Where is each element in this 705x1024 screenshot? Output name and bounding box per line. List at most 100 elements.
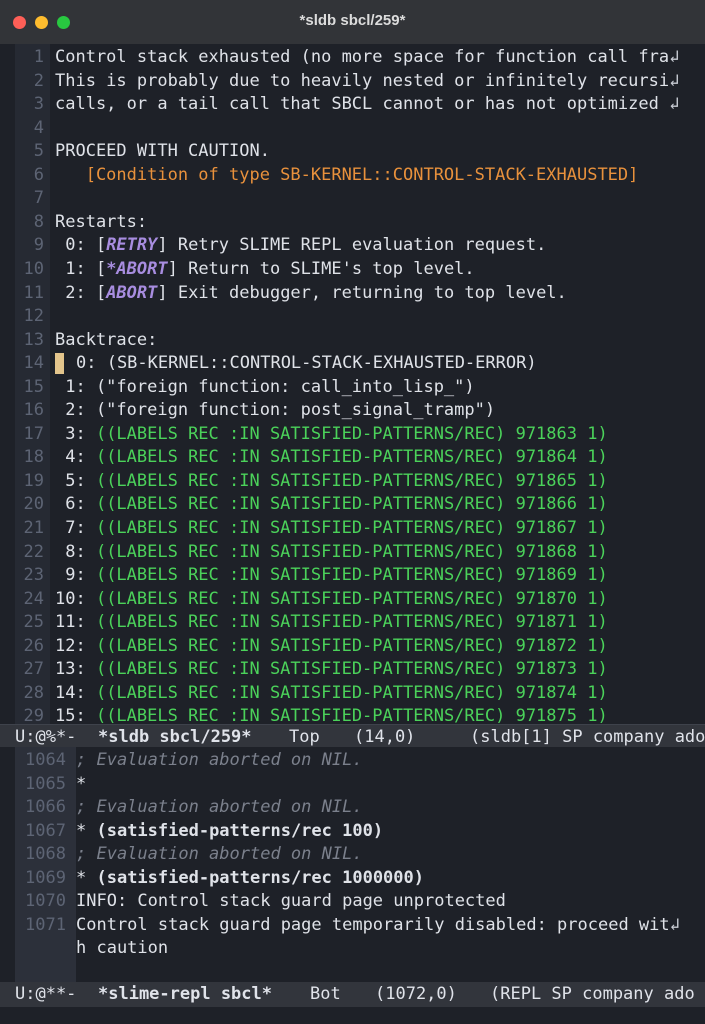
sldb-line[interactable]: 29 15: ((LABELS REC :IN SATISFIED-PATTERN…: [0, 705, 705, 724]
line-content: * (satisfied-patterns/rec 1000000): [76, 867, 424, 891]
line-number: 19: [23, 470, 44, 491]
sldb-mode-line[interactable]: U:@%*- *sldb sbcl/259* Top (14,0) (sldb[…: [0, 724, 705, 749]
sldb-line[interactable]: 26 12: ((LABELS REC :IN SATISFIED-PATTERN…: [0, 635, 705, 659]
repl-line[interactable]: 1065 *: [0, 773, 705, 797]
line-text: calls, or a tail call that SBCL cannot o…: [55, 94, 670, 115]
major-modes[interactable]: (REPL SP company ado: [490, 982, 695, 1007]
line-content: 15: ((LABELS REC :IN SATISFIED-PATTERNS/…: [55, 705, 608, 724]
backtrace-frame[interactable]: ((LABELS REC :IN SATISFIED-PATTERNS/REC)…: [96, 424, 608, 444]
repl-line[interactable]: h caution: [0, 937, 705, 961]
line-number: 5: [33, 141, 44, 162]
sldb-line[interactable]: 19 5: ((LABELS REC :IN SATISFIED-PATTERN…: [0, 470, 705, 494]
line-number: 22: [23, 541, 44, 562]
sldb-line[interactable]: 24 10: ((LABELS REC :IN SATISFIED-PATTERN…: [0, 588, 705, 612]
backtrace-frame[interactable]: ((LABELS REC :IN SATISFIED-PATTERNS/REC)…: [96, 471, 608, 491]
line-prefix: 7:: [55, 518, 96, 538]
sldb-line[interactable]: 10 1: [*ABORT] Return to SLIME's top lev…: [0, 258, 705, 282]
line-prefix: 3:: [55, 423, 96, 444]
restart-name[interactable]: ABORT: [106, 283, 157, 303]
sldb-line[interactable]: 6 [Condition of type SB-KERNEL::CONTROL-…: [0, 164, 705, 188]
repl-line[interactable]: 1067 * (satisfied-patterns/rec 100): [0, 820, 705, 844]
line-number: 12: [23, 306, 44, 327]
sldb-line[interactable]: 4: [0, 117, 705, 141]
line-number: 1065: [25, 773, 66, 794]
line-text: Control stack guard page temporarily dis…: [76, 914, 670, 935]
sldb-line[interactable]: 7: [0, 187, 705, 211]
sldb-line[interactable]: 12: [0, 305, 705, 329]
backtrace-frame[interactable]: ((LABELS REC :IN SATISFIED-PATTERNS/REC)…: [96, 636, 608, 656]
backtrace-frame[interactable]: ((LABELS REC :IN SATISFIED-PATTERNS/REC)…: [96, 518, 608, 538]
line-number: 29: [23, 706, 44, 724]
sldb-line[interactable]: 9 0: [RETRY] Retry SLIME REPL evaluation…: [0, 234, 705, 258]
wrap-continuation-icon: ↲: [669, 70, 680, 91]
line-text: ] Return to SLIME's top level.: [167, 258, 475, 279]
backtrace-frame[interactable]: ((LABELS REC :IN SATISFIED-PATTERNS/REC)…: [96, 447, 608, 467]
line-number: 1064: [25, 750, 66, 770]
sldb-line[interactable]: 3 calls, or a tail call that SBCL cannot …: [0, 93, 705, 117]
sldb-line[interactable]: 18 4: ((LABELS REC :IN SATISFIED-PATTERN…: [0, 446, 705, 470]
buffer-name[interactable]: *sldb sbcl/259*: [98, 725, 252, 749]
sldb-line[interactable]: 27 13: ((LABELS REC :IN SATISFIED-PATTERN…: [0, 658, 705, 682]
sldb-line[interactable]: 16 2: ("foreign function: post_signal_tr…: [0, 399, 705, 423]
sldb-line[interactable]: 17 3: ((LABELS REC :IN SATISFIED-PATTERN…: [0, 423, 705, 447]
line-text: *: [76, 773, 87, 794]
buffer-name[interactable]: *slime-repl sbcl*: [98, 982, 272, 1007]
line-content: 7: ((LABELS REC :IN SATISFIED-PATTERNS/R…: [55, 517, 608, 541]
sldb-line[interactable]: 14 0: (SB-KERNEL::CONTROL-STACK-EXHAUSTED…: [0, 352, 705, 376]
sldb-line[interactable]: 13 Backtrace:: [0, 329, 705, 353]
sldb-line[interactable]: 22 8: ((LABELS REC :IN SATISFIED-PATTERN…: [0, 541, 705, 565]
repl-line[interactable]: 1071 Control stack guard page temporarily…: [0, 914, 705, 938]
line-text: PROCEED WITH CAUTION.: [55, 141, 270, 162]
cursor-coords: (1072,0): [375, 984, 457, 1004]
line-content: *: [76, 773, 86, 797]
sldb-line[interactable]: 8 Restarts:: [0, 211, 705, 235]
line-text: This is probably due to heavily nested o…: [55, 70, 670, 91]
backtrace-frame[interactable]: ((LABELS REC :IN SATISFIED-PATTERNS/REC)…: [96, 542, 608, 562]
sldb-buffer[interactable]: 1 Control stack exhausted (no more space …: [0, 44, 705, 724]
line-content: calls, or a tail call that SBCL cannot o…: [55, 93, 679, 117]
major-modes[interactable]: (sldb[1] SP company ado: [470, 725, 705, 749]
line-prefix: 0: [: [55, 235, 107, 256]
sldb-line[interactable]: 1 Control stack exhausted (no more space …: [0, 46, 705, 70]
line-prefix: 8:: [55, 541, 96, 562]
sldb-line[interactable]: 2 This is probably due to heavily nested …: [0, 70, 705, 94]
sldb-line[interactable]: 15 1: ("foreign function: call_into_lisp…: [0, 376, 705, 400]
repl-line[interactable]: 1070 INFO: Control stack guard page unpro…: [0, 890, 705, 914]
backtrace-frame[interactable]: ((LABELS REC :IN SATISFIED-PATTERNS/REC)…: [96, 589, 608, 609]
backtrace-frame[interactable]: ((LABELS REC :IN SATISFIED-PATTERNS/REC)…: [96, 612, 608, 632]
sldb-line[interactable]: 21 7: ((LABELS REC :IN SATISFIED-PATTERN…: [0, 517, 705, 541]
line-content: 2: [ABORT] Exit debugger, returning to t…: [55, 282, 567, 306]
sldb-line[interactable]: 20 6: ((LABELS REC :IN SATISFIED-PATTERN…: [0, 493, 705, 517]
sldb-line[interactable]: 23 9: ((LABELS REC :IN SATISFIED-PATTERN…: [0, 564, 705, 588]
backtrace-frame[interactable]: ((LABELS REC :IN SATISFIED-PATTERNS/REC)…: [96, 683, 608, 703]
buffer-position: Top: [289, 727, 320, 747]
repl-buffer[interactable]: 1064; Evaluation aborted on NIL. 1065 * 106…: [0, 747, 705, 982]
restart-name[interactable]: *ABORT: [106, 259, 167, 279]
backtrace-frame[interactable]: ((LABELS REC :IN SATISFIED-PATTERNS/REC)…: [96, 659, 608, 679]
backtrace-frame[interactable]: ((LABELS REC :IN SATISFIED-PATTERNS/REC)…: [96, 706, 608, 724]
line-content: 1: [*ABORT] Return to SLIME's top level.: [55, 258, 475, 282]
sldb-line[interactable]: 25 11: ((LABELS REC :IN SATISFIED-PATTERN…: [0, 611, 705, 635]
line-content: 5: ((LABELS REC :IN SATISFIED-PATTERNS/R…: [55, 470, 608, 494]
repl-line[interactable]: 1068 ; Evaluation aborted on NIL.: [0, 843, 705, 867]
line-content: Backtrace:: [55, 329, 157, 353]
line-prefix: 11:: [55, 612, 96, 633]
title-bar: *sldb sbcl/259*: [0, 0, 705, 45]
line-content: ; Evaluation aborted on NIL.: [76, 796, 363, 820]
echo-area[interactable]: [0, 1007, 705, 1024]
sldb-line[interactable]: 28 14: ((LABELS REC :IN SATISFIED-PATTERN…: [0, 682, 705, 706]
restart-name[interactable]: RETRY: [106, 235, 157, 255]
sldb-line[interactable]: 11 2: [ABORT] Exit debugger, returning t…: [0, 282, 705, 306]
repl-line[interactable]: 1064 ; Evaluation aborted on NIL.: [0, 749, 705, 773]
backtrace-frame[interactable]: ((LABELS REC :IN SATISFIED-PATTERNS/REC)…: [96, 494, 608, 514]
line-prefix: *: [76, 867, 97, 888]
backtrace-frame[interactable]: ((LABELS REC :IN SATISFIED-PATTERNS/REC)…: [96, 565, 608, 585]
line-prefix: 5:: [55, 470, 96, 491]
line-content: 14: ((LABELS REC :IN SATISFIED-PATTERNS/…: [55, 682, 608, 706]
sldb-line[interactable]: 5 PROCEED WITH CAUTION.: [0, 140, 705, 164]
line-prefix: *: [76, 820, 97, 841]
repl-line[interactable]: 1069 * (satisfied-patterns/rec 1000000): [0, 867, 705, 891]
repl-line[interactable]: 1066 ; Evaluation aborted on NIL.: [0, 796, 705, 820]
line-content: 11: ((LABELS REC :IN SATISFIED-PATTERNS/…: [55, 611, 608, 635]
repl-mode-line[interactable]: U:@**- *slime-repl sbcl* Bot (1072,0) (R…: [0, 982, 705, 1007]
